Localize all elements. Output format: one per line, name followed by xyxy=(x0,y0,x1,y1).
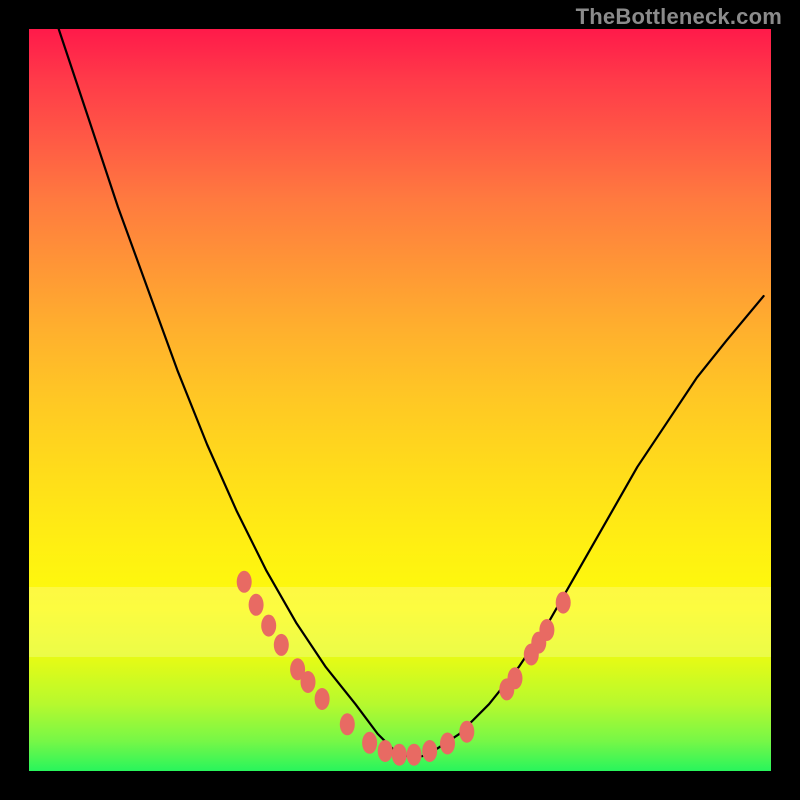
highlight-dot xyxy=(274,634,289,656)
highlight-dot xyxy=(378,740,393,762)
highlight-dot xyxy=(237,571,252,593)
highlight-dot xyxy=(422,740,437,762)
highlight-dot xyxy=(340,713,355,735)
bottleneck-curve xyxy=(59,29,764,756)
highlight-dot xyxy=(556,592,571,614)
highlight-dot xyxy=(508,667,523,689)
highlight-dot xyxy=(249,594,264,616)
highlight-dot xyxy=(392,744,407,766)
plot-area xyxy=(29,29,771,771)
highlight-dot xyxy=(261,615,276,637)
highlight-dot xyxy=(459,721,474,743)
highlight-dot xyxy=(407,744,422,766)
highlight-dot xyxy=(362,732,377,754)
highlight-dot xyxy=(301,671,316,693)
watermark-text: TheBottleneck.com xyxy=(576,4,782,30)
highlight-dot xyxy=(440,733,455,755)
chart-svg xyxy=(29,29,771,771)
highlight-dot xyxy=(539,619,554,641)
highlight-dot xyxy=(315,688,330,710)
chart-frame xyxy=(29,29,771,771)
